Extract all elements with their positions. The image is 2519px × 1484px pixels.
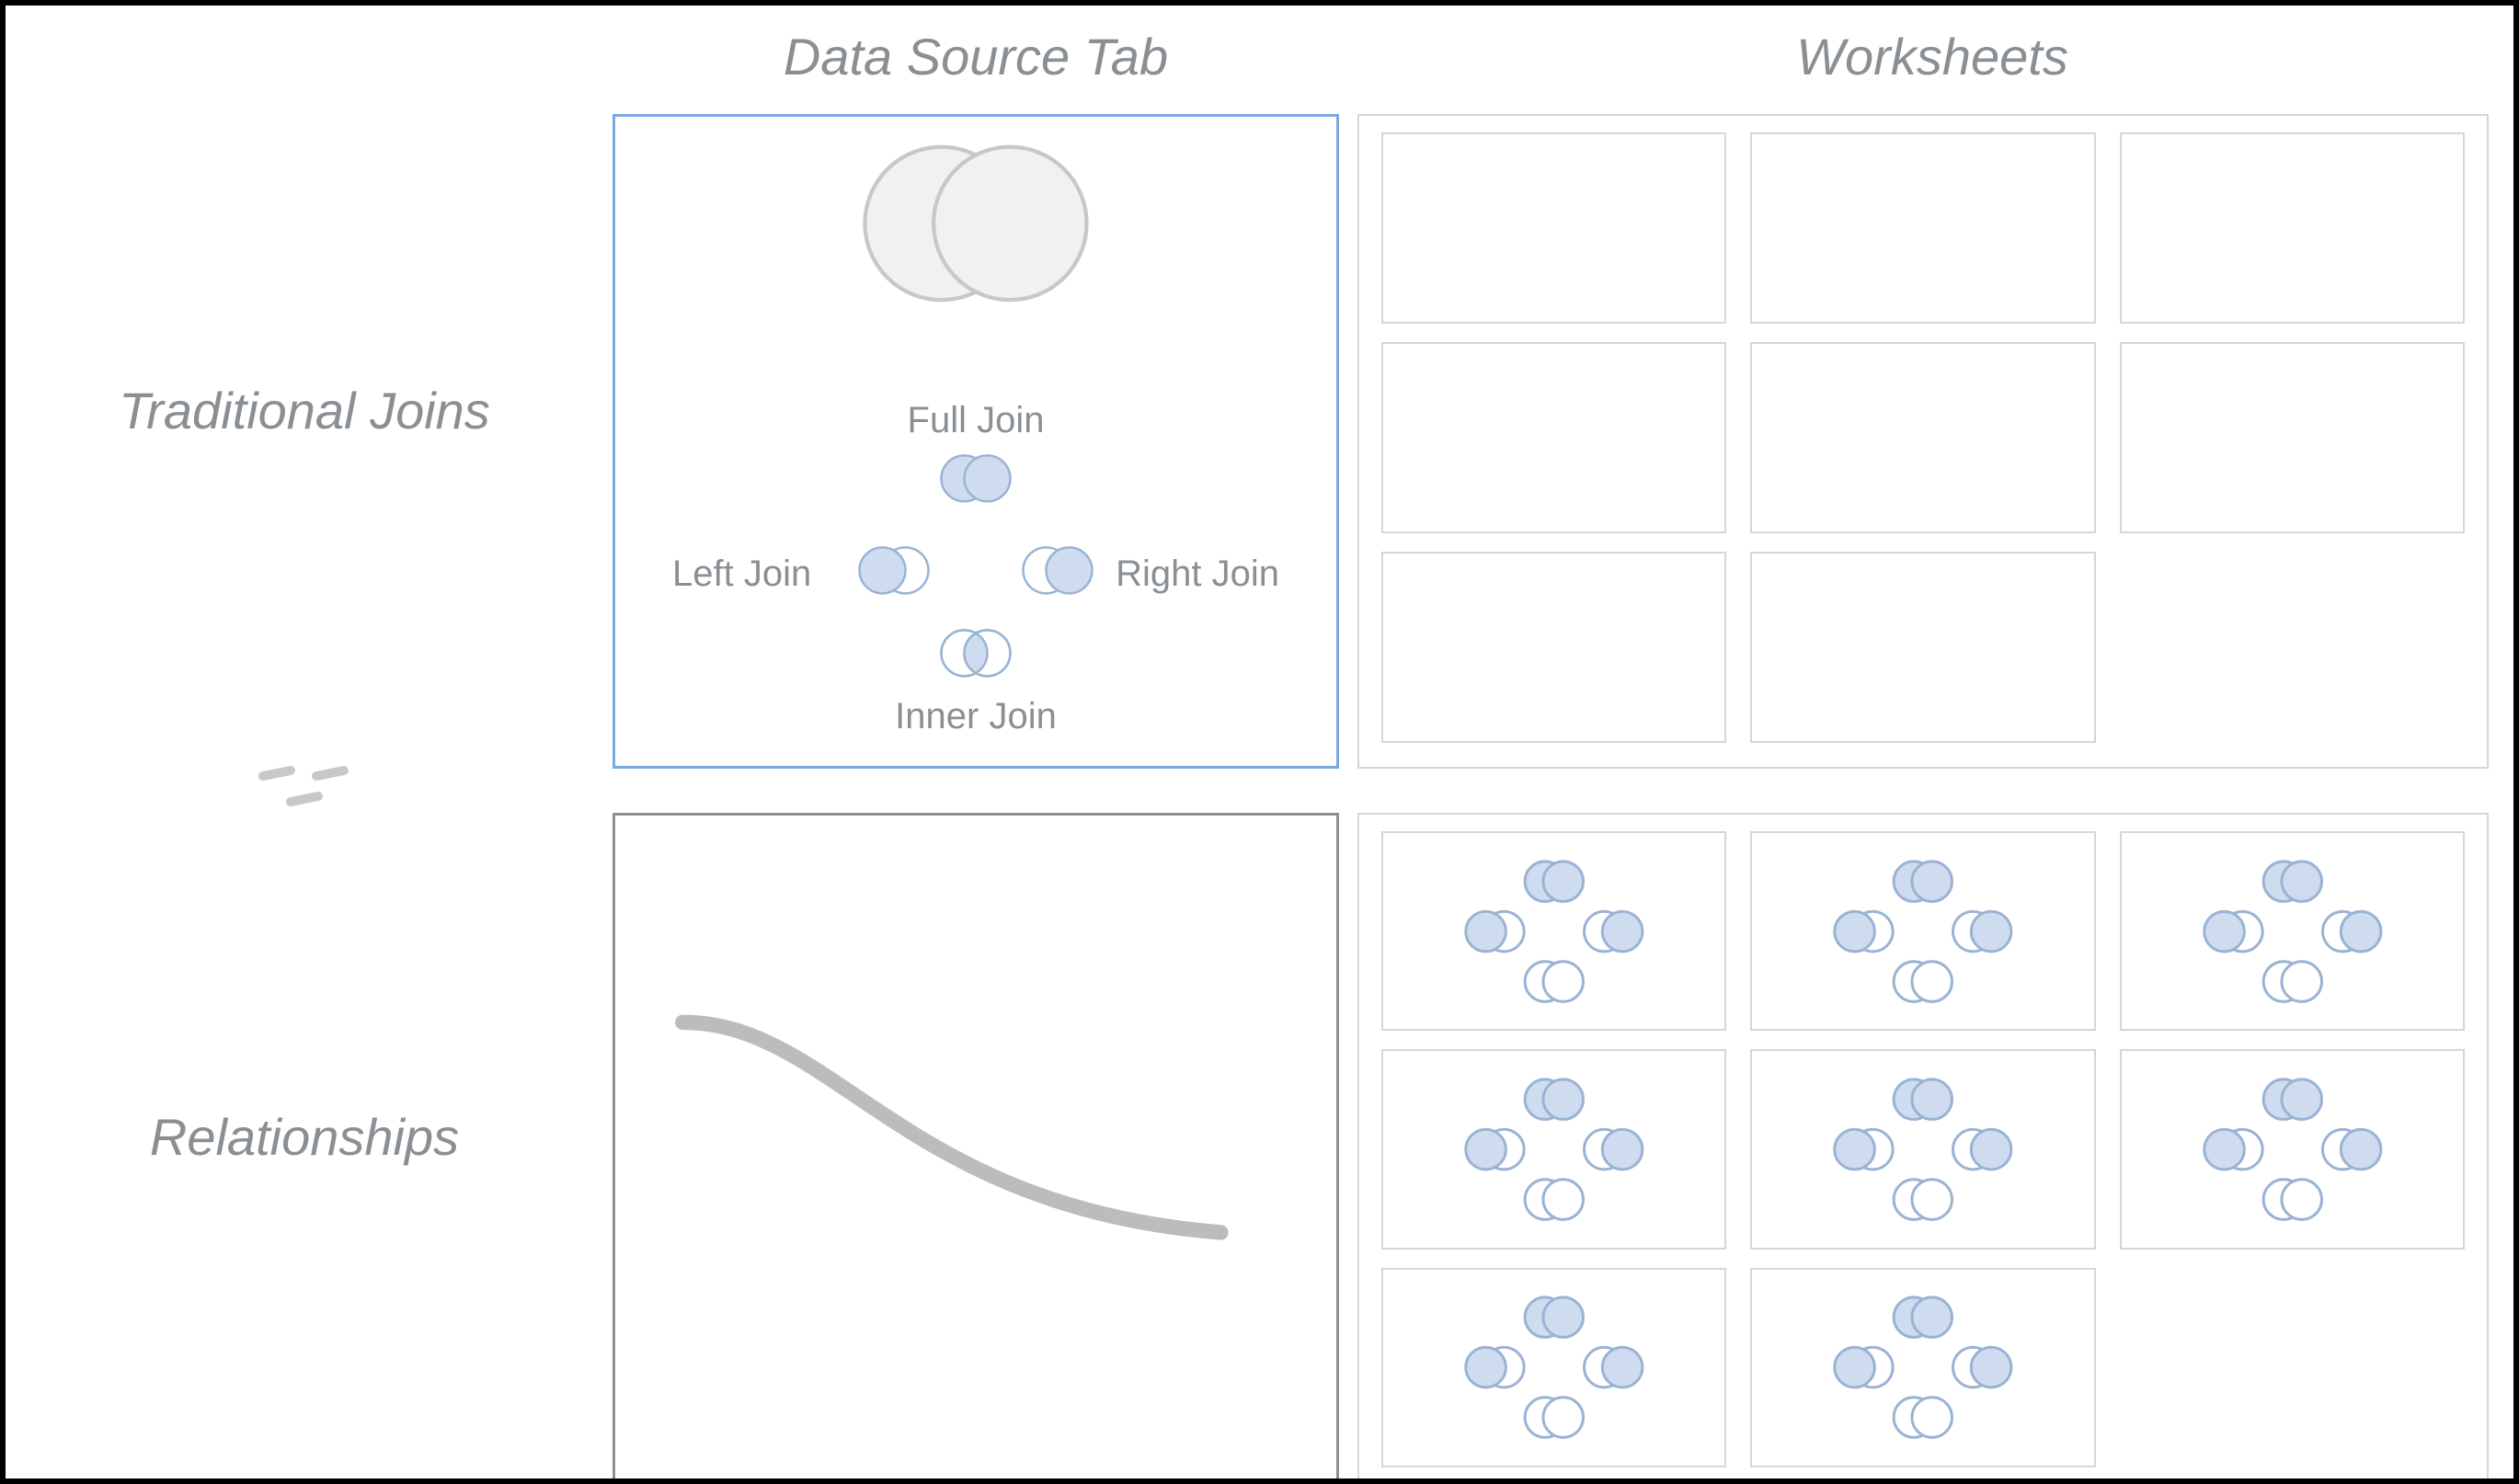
join-cluster-icon [1814,850,2032,1013]
column-header-worksheets: Worksheets [1348,6,2516,107]
diagram-frame: Data Source Tab Worksheets Traditional J… [0,0,2519,1484]
worksheets-relationships [1348,787,2516,1484]
join-cluster-icon [1445,1285,1664,1449]
venn-full-join-icon [930,448,1022,509]
label-right-join: Right Join [1116,554,1279,595]
data-source-traditional-joins: Full Join Left Join Right Join [603,107,1348,787]
label-full-join: Full Join [908,400,1045,441]
worksheet-card [2120,831,2465,1031]
label-inner-join: Inner Join [895,696,1057,737]
venn-left-join-icon [848,540,940,601]
worksheets-grid-top [1357,114,2489,769]
layout-grid: Data Source Tab Worksheets Traditional J… [6,6,2513,1478]
worksheet-card [1381,342,1726,533]
join-cluster-icon [1814,1285,2032,1449]
row-label-text: Relationships [150,1107,459,1167]
join-cluster-icon [1445,850,1664,1013]
worksheet-card [1381,1268,1726,1467]
worksheet-card [2120,342,2465,533]
worksheet-card [2120,132,2465,324]
worksheet-card [1381,831,1726,1031]
column-header-data-source: Data Source Tab [603,6,1348,107]
venn-right-join-icon [1012,540,1104,601]
worksheets-grid-bottom [1357,813,2489,1484]
row-label-relationships: Relationships [6,787,603,1484]
data-source-box-relationships [613,813,1339,1484]
worksheet-card [1750,342,2095,533]
worksheet-card [1381,552,1726,743]
worksheet-card [1750,831,2095,1031]
relationship-curve-icon [666,972,1254,1308]
join-cluster-icon [1445,1067,1664,1231]
row-label-traditional-joins: Traditional Joins [6,107,603,787]
venn-generic-icon [829,135,1123,312]
row-label-text: Traditional Joins [119,381,490,440]
venn-inner-join-icon [930,622,1022,684]
worksheet-card [1750,552,2095,743]
worksheet-card [1381,132,1726,324]
join-cluster-icon [2183,1067,2402,1231]
worksheet-card [1750,1049,2095,1249]
join-cluster-icon [1814,1067,2032,1231]
join-cluster-icon [2183,850,2402,1013]
data-source-box-joins: Full Join Left Join Right Join [613,114,1339,769]
worksheets-traditional-joins [1348,107,2516,787]
worksheet-card [2120,1049,2465,1249]
worksheet-card [1750,1268,2095,1467]
worksheet-card [1750,132,2095,324]
label-left-join: Left Join [672,554,811,595]
data-source-relationships [603,787,1348,1484]
worksheet-card [1381,1049,1726,1249]
corner-spacer [6,6,603,107]
